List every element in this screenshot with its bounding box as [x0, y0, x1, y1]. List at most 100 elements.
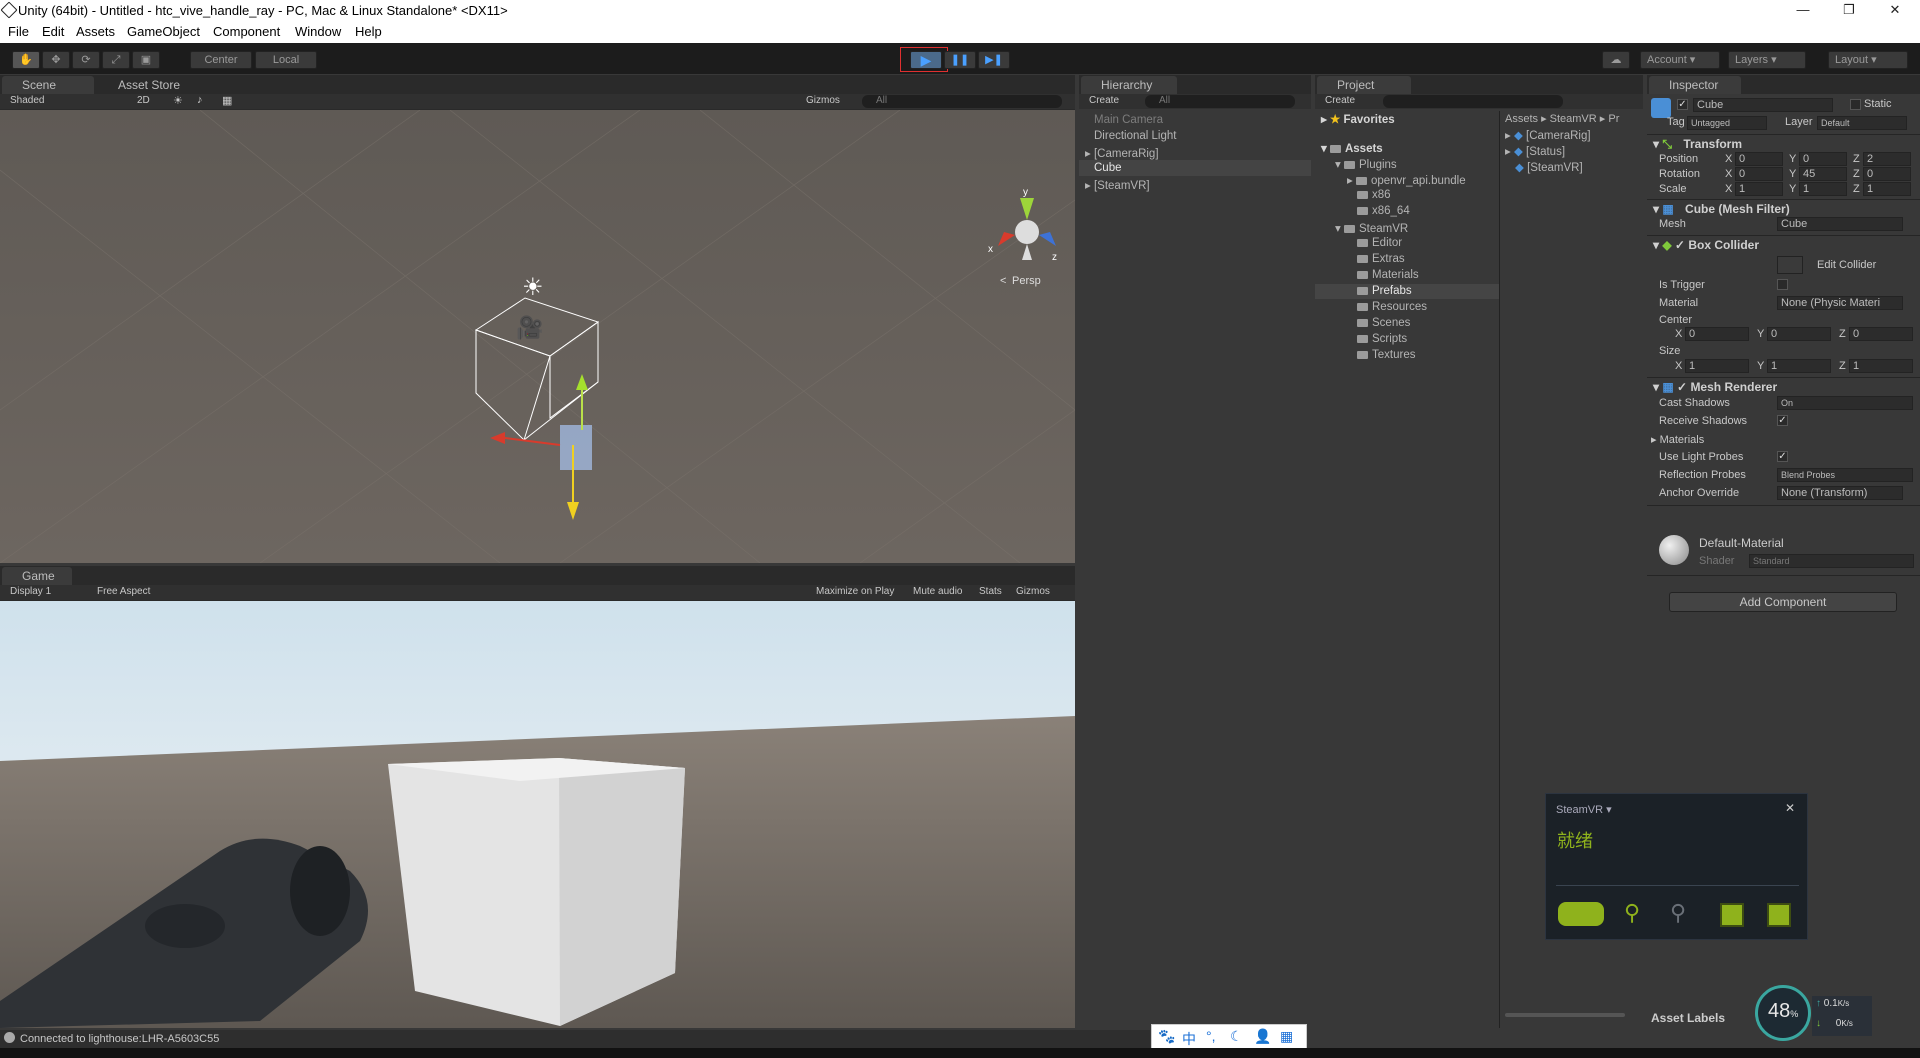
folder-textures[interactable]: Textures — [1357, 349, 1415, 361]
size-z-field[interactable]: 1 — [1849, 359, 1913, 373]
restore-button[interactable]: ❐ — [1826, 0, 1872, 21]
pause-button[interactable]: ❚❚ — [944, 51, 976, 69]
folder-scripts[interactable]: Scripts — [1357, 333, 1407, 345]
hierarchy-search-input[interactable]: All — [1145, 95, 1295, 108]
folder-openvr-bundle[interactable]: ▸ openvr_api.bundle — [1347, 173, 1466, 187]
aspect-dropdown[interactable]: Free Aspect — [97, 586, 150, 597]
hand-tool-icon[interactable]: ✋ — [12, 51, 40, 69]
mute-audio-toggle[interactable]: Mute audio — [913, 586, 962, 597]
folder-materials[interactable]: Materials — [1357, 269, 1419, 281]
effects-toggle-icon[interactable]: ▦ — [222, 94, 232, 107]
tag-dropdown[interactable]: Untagged — [1687, 116, 1767, 130]
boxcollider-header[interactable]: ▾ ◆ ✓ Box Collider — [1653, 238, 1759, 252]
account-dropdown[interactable]: Account ▾ — [1640, 51, 1720, 69]
scale-z-field[interactable]: 1 — [1863, 182, 1911, 196]
display-dropdown[interactable]: Display 1 — [10, 586, 51, 597]
scene-gizmos-dropdown[interactable]: Gizmos — [806, 95, 840, 106]
tab-project[interactable]: Project — [1317, 76, 1411, 94]
audio-toggle-icon[interactable]: ♪ — [197, 94, 203, 106]
tab-asset-store[interactable]: Asset Store — [98, 76, 198, 94]
light-probes-checkbox[interactable]: ✓ — [1777, 451, 1788, 462]
assets-folder[interactable]: ▾ Assets — [1321, 141, 1383, 155]
reflection-probes-dropdown[interactable]: Blend Probes — [1777, 468, 1913, 482]
ime-grid-icon[interactable]: ▦ — [1280, 1028, 1293, 1045]
transform-header[interactable]: ▾ ⤡ Transform — [1653, 137, 1742, 152]
ime-paw-icon[interactable]: 🐾 — [1158, 1028, 1175, 1045]
is-trigger-checkbox[interactable] — [1777, 279, 1788, 290]
hierarchy-item-camerarig[interactable]: ▸ [CameraRig] — [1085, 146, 1159, 160]
menu-help[interactable]: Help — [355, 24, 382, 39]
folder-scenes[interactable]: Scenes — [1357, 317, 1410, 329]
hierarchy-item-cube[interactable]: Cube — [1094, 162, 1122, 174]
hierarchy-item-main-camera[interactable]: Main Camera — [1094, 114, 1163, 126]
steamvr-title[interactable]: SteamVR ▾ — [1556, 803, 1612, 816]
rect-tool-icon[interactable]: ▣ — [132, 51, 160, 69]
ime-user-icon[interactable]: 👤 — [1254, 1028, 1271, 1045]
anchor-override-field[interactable]: None (Transform) — [1777, 486, 1903, 500]
meshrenderer-header[interactable]: ▾ ▦ ✓ Mesh Renderer — [1653, 380, 1777, 394]
layer-dropdown[interactable]: Default — [1817, 116, 1907, 130]
play-button[interactable]: ▶ — [910, 51, 942, 69]
shading-mode-dropdown[interactable]: Shaded — [10, 95, 44, 106]
layout-dropdown[interactable]: Layout ▾ — [1828, 51, 1908, 69]
hierarchy-create-dropdown[interactable]: Create — [1089, 95, 1119, 106]
center-z-field[interactable]: 0 — [1849, 327, 1913, 341]
position-x-field[interactable]: 0 — [1735, 152, 1783, 166]
scale-x-field[interactable]: 1 — [1735, 182, 1783, 196]
position-y-field[interactable]: 0 — [1799, 152, 1847, 166]
shader-dropdown[interactable]: Standard — [1749, 554, 1914, 568]
step-button[interactable]: ▶❚ — [978, 51, 1010, 69]
move-tool-icon[interactable]: ✥ — [42, 51, 70, 69]
object-name-field[interactable]: Cube — [1693, 98, 1833, 112]
status-message[interactable]: Connected to lighthouse:LHR-A5603C55 — [20, 1033, 219, 1045]
materials-foldout[interactable]: ▸ Materials — [1651, 433, 1704, 446]
stats-toggle[interactable]: Stats — [979, 586, 1002, 597]
receive-shadows-checkbox[interactable]: ✓ — [1777, 415, 1788, 426]
center-x-field[interactable]: 0 — [1685, 327, 1749, 341]
menu-window[interactable]: Window — [295, 24, 341, 39]
tab-game[interactable]: Game — [2, 567, 72, 585]
position-z-field[interactable]: 2 — [1863, 152, 1911, 166]
folder-prefabs[interactable]: Prefabs — [1357, 285, 1412, 297]
pivot-local-button[interactable]: Local — [255, 51, 317, 69]
folder-editor[interactable]: Editor — [1357, 237, 1402, 249]
menu-file[interactable]: File — [8, 24, 29, 39]
2d-toggle[interactable]: 2D — [137, 95, 150, 106]
folder-steamvr[interactable]: ▾ SteamVR — [1335, 221, 1408, 235]
folder-plugins[interactable]: ▾ Plugins — [1335, 157, 1397, 171]
project-search-input[interactable] — [1383, 95, 1563, 108]
scale-y-field[interactable]: 1 — [1799, 182, 1847, 196]
minimize-button[interactable]: — — [1780, 0, 1826, 21]
folder-extras[interactable]: Extras — [1357, 253, 1405, 265]
static-checkbox[interactable] — [1850, 99, 1861, 110]
cast-shadows-dropdown[interactable]: On — [1777, 396, 1913, 410]
game-gizmos-dropdown[interactable]: Gizmos — [1016, 586, 1050, 597]
pivot-center-button[interactable]: Center — [190, 51, 252, 69]
rotation-z-field[interactable]: 0 — [1863, 167, 1911, 181]
folder-resources[interactable]: Resources — [1357, 301, 1427, 313]
hierarchy-item-directional-light[interactable]: Directional Light — [1094, 130, 1176, 142]
tab-scene[interactable]: Scene — [2, 76, 94, 94]
collider-material-field[interactable]: None (Physic Materi — [1777, 296, 1903, 310]
layers-dropdown[interactable]: Layers ▾ — [1728, 51, 1806, 69]
hierarchy-item-steamvr[interactable]: ▸ [SteamVR] — [1085, 178, 1150, 192]
ime-punctuation-icon[interactable]: °, — [1206, 1028, 1216, 1044]
maximize-on-play-toggle[interactable]: Maximize on Play — [816, 586, 894, 597]
mesh-field[interactable]: Cube — [1777, 217, 1903, 231]
lighting-toggle-icon[interactable]: ☀ — [173, 94, 183, 107]
edit-collider-button[interactable] — [1777, 256, 1803, 274]
menu-component[interactable]: Component — [213, 24, 280, 39]
size-x-field[interactable]: 1 — [1685, 359, 1749, 373]
asset-camerarig[interactable]: ▸ ◆ [CameraRig] — [1505, 128, 1591, 142]
meshfilter-header[interactable]: ▾ ▦ Cube (Mesh Filter) — [1653, 202, 1790, 216]
tab-hierarchy[interactable]: Hierarchy — [1081, 76, 1177, 94]
close-button[interactable]: ✕ — [1872, 0, 1918, 21]
asset-steamvr[interactable]: ◆ [SteamVR] — [1515, 160, 1583, 174]
add-component-button[interactable]: Add Component — [1669, 592, 1897, 612]
rotation-x-field[interactable]: 0 — [1735, 167, 1783, 181]
folder-x86[interactable]: x86 — [1357, 189, 1391, 201]
size-y-field[interactable]: 1 — [1767, 359, 1831, 373]
scale-tool-icon[interactable]: ⤢ — [102, 51, 130, 69]
ime-chinese-icon[interactable]: 中 — [1182, 1029, 1196, 1049]
project-breadcrumb[interactable]: Assets ▸ SteamVR ▸ Pr — [1505, 112, 1619, 125]
